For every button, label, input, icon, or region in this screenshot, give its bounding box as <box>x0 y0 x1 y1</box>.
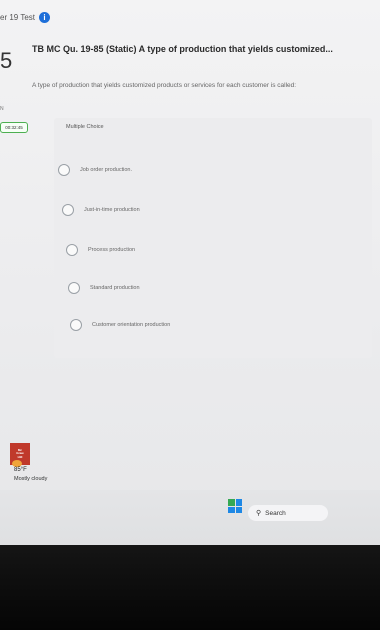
option-label: Just-in-time production <box>84 207 140 213</box>
windows-logo-tile <box>228 506 235 513</box>
windows-logo-tile <box>228 499 235 506</box>
answer-panel: Multiple Choice Job order production. Ju… <box>54 118 372 358</box>
weather-icon[interactable] <box>12 460 22 467</box>
option-label: Job order production. <box>80 167 132 173</box>
question-prompt: A type of production that yields customi… <box>32 82 297 89</box>
option-label: Customer orientation production <box>92 322 171 328</box>
option-customer-orientation[interactable]: Customer orientation production <box>70 319 170 331</box>
option-label: Standard production <box>90 285 140 291</box>
option-job-order[interactable]: Job order production. <box>58 164 132 176</box>
timer-badge: 00:32:45 <box>0 122 28 133</box>
side-mark: N <box>0 106 4 112</box>
search-label: Search <box>265 509 286 517</box>
search-icon: ⚲ <box>256 510 262 517</box>
option-just-in-time[interactable]: Just-in-time production <box>62 204 140 216</box>
logo-line: Hill <box>17 454 23 459</box>
windows-start-button[interactable] <box>228 499 242 513</box>
radio-button[interactable] <box>62 204 74 216</box>
weather-description[interactable]: Mostly cloudy <box>14 476 47 482</box>
test-title: er 19 Test i <box>0 12 50 23</box>
windows-logo-tile <box>235 499 242 506</box>
taskbar-search[interactable]: ⚲ Search <box>248 505 328 521</box>
option-process[interactable]: Process production <box>66 244 135 256</box>
question-number: 5 <box>0 48 13 73</box>
question-type-label: Multiple Choice <box>66 124 104 130</box>
option-standard[interactable]: Standard production <box>68 282 140 294</box>
radio-button[interactable] <box>68 282 80 294</box>
radio-button[interactable] <box>58 164 70 176</box>
radio-button[interactable] <box>70 319 82 331</box>
question-title: TB MC Qu. 19-85 (Static) A type of produ… <box>32 44 333 54</box>
weather-temperature[interactable]: 85°F <box>14 467 27 473</box>
windows-logo-tile <box>235 506 242 513</box>
test-title-text: er 19 Test <box>0 13 35 22</box>
monitor-bezel <box>0 545 380 630</box>
option-label: Process production <box>88 247 136 253</box>
info-icon[interactable]: i <box>38 12 50 23</box>
browser-screen: er 19 Test i 5 TB MC Qu. 19-85 (Static) … <box>0 0 380 545</box>
radio-button[interactable] <box>66 244 78 256</box>
